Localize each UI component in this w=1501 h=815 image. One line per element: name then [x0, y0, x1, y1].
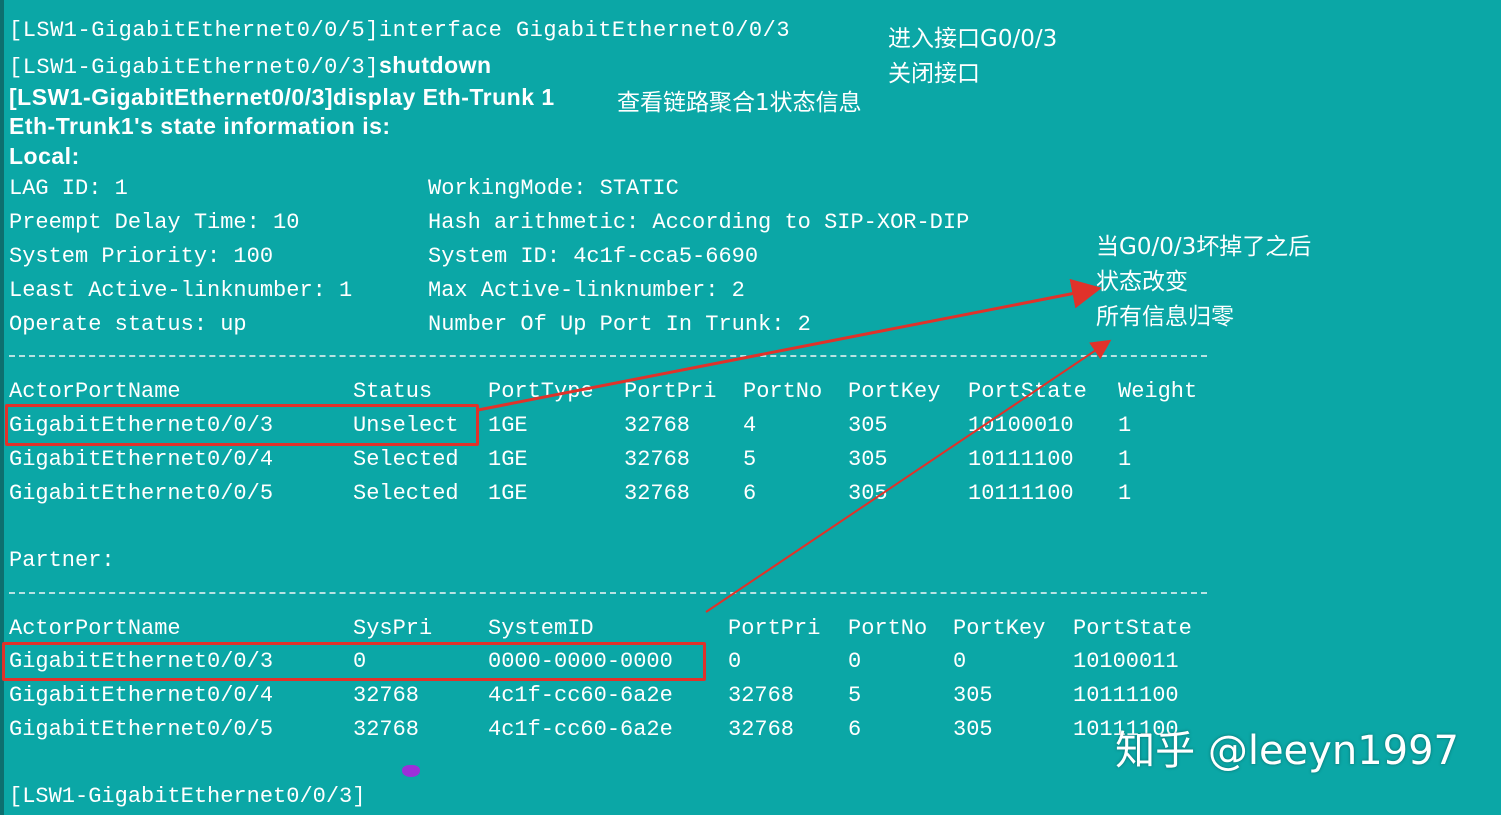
annotation-after-fail-line3: 所有信息归零 [1096, 304, 1234, 330]
annotation-view-status: 查看链路聚合1状态信息 [617, 90, 862, 116]
annotation-shutdown: 关闭接口 [888, 61, 980, 87]
annotation-enter-interface: 进入接口G0/0/3 [888, 26, 1058, 52]
terminal-window[interactable]: [LSW1-GigabitEthernet0/0/5]interface Gig… [0, 0, 1501, 815]
watermark: 知乎 @leeyn1997 [1115, 728, 1459, 774]
arrow-partner-to-note [705, 339, 1112, 613]
annotation-after-fail-line2: 状态改变 [1096, 269, 1188, 295]
annotation-after-fail-line1: 当G0/0/3坏掉了之后 [1096, 234, 1312, 260]
arrow-local-to-note [477, 278, 1102, 412]
annotation-arrows [477, 278, 1112, 613]
